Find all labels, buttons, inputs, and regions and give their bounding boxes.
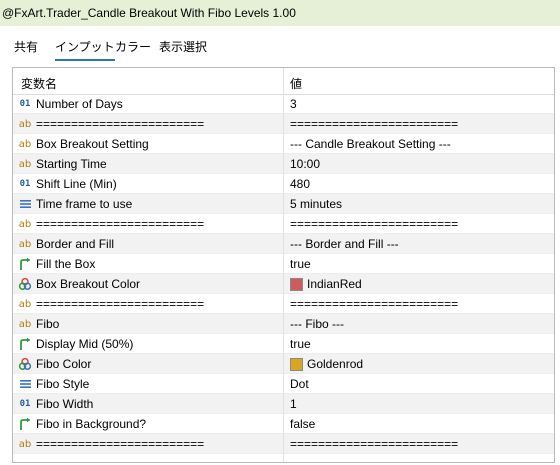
parameter-name: Display Mid (50%) <box>36 337 134 351</box>
parameter-value-text: --- Fibo --- <box>290 317 344 331</box>
parameter-value-text: Dot <box>290 377 309 391</box>
parameter-name: ======================== <box>36 117 205 131</box>
bool-icon <box>18 257 32 271</box>
parameter-name: Fibo in Background? <box>36 417 147 431</box>
parameter-value[interactable]: --- Candle Breakout Setting --- <box>290 137 451 151</box>
enum-icon <box>18 377 32 391</box>
inputs-grid: 変数名 値 01 Number of Days 3 ab ===============… <box>12 67 555 463</box>
parameter-name: Fibo Color <box>36 357 92 371</box>
parameter-value-text: ======================== <box>290 437 459 451</box>
parameter-value-text: ======================== <box>290 117 459 131</box>
tab-inputs[interactable]: インプット <box>55 38 115 61</box>
parameter-value-text: 3 <box>290 97 297 111</box>
int-icon: 01 <box>19 99 31 109</box>
parameter-value-text: false <box>290 417 316 431</box>
parameter-name: ======================== <box>36 437 205 451</box>
parameter-name: Box Breakout Setting <box>36 137 149 151</box>
parameter-value[interactable]: ======================== <box>290 217 458 231</box>
string-icon: ab <box>18 238 32 250</box>
parameter-value-text: 480 <box>290 177 311 191</box>
parameter-name: ======================== <box>36 297 205 311</box>
parameter-value-text: 10:00 <box>290 157 321 171</box>
parameter-name: Box Breakout Color <box>36 277 141 291</box>
parameter-value-text: 5 minutes <box>290 197 343 211</box>
parameter-value[interactable]: Dot <box>290 377 309 391</box>
tab-visualization[interactable]: 表示選択 <box>159 38 207 59</box>
tab-bar: 共有 インプット カラー 表示選択 <box>0 26 560 61</box>
color-icon <box>18 357 32 371</box>
parameter-name: Time frame to use <box>36 197 133 211</box>
parameter-value[interactable]: true <box>290 257 311 271</box>
string-icon: ab <box>18 218 32 230</box>
title-bar: @FxArt.Trader_Candle Breakout With Fibo … <box>0 0 560 26</box>
string-icon: ab <box>18 118 32 130</box>
column-header-value[interactable]: 値 <box>290 75 302 92</box>
parameter-value[interactable]: --- Fibo --- <box>290 317 344 331</box>
parameter-name: Number of Days <box>36 97 123 111</box>
parameter-name: Border and Fill <box>36 237 115 251</box>
parameter-value[interactable]: ======================== <box>290 437 458 451</box>
parameter-value[interactable]: 480 <box>290 177 310 191</box>
window-title: @FxArt.Trader_Candle Breakout With Fibo … <box>2 6 296 20</box>
color-icon <box>18 277 32 291</box>
parameter-value-text: true <box>290 257 311 271</box>
tab-common[interactable]: 共有 <box>14 38 38 59</box>
int-icon: 01 <box>19 179 31 189</box>
parameter-value[interactable]: IndianRed <box>290 277 362 291</box>
parameter-value-text: 1 <box>290 397 297 411</box>
parameter-value[interactable]: true <box>290 337 311 351</box>
parameter-name: Fibo Width <box>36 397 94 411</box>
parameter-name: Fibo Style <box>36 377 90 391</box>
parameter-name: Shift Line (Min) <box>36 177 117 191</box>
color-swatch <box>290 277 303 291</box>
parameter-value-text: --- Candle Breakout Setting --- <box>290 137 451 151</box>
parameter-value[interactable]: 5 minutes <box>290 197 342 211</box>
parameter-name: ======================== <box>36 217 205 231</box>
string-icon: ab <box>18 158 32 170</box>
parameter-name: Fill the Box <box>36 257 96 271</box>
parameter-value-text: ======================== <box>290 297 459 311</box>
parameter-value-text: --- Border and Fill --- <box>290 237 399 251</box>
string-icon: ab <box>18 318 32 330</box>
string-icon: ab <box>18 438 32 450</box>
string-icon: ab <box>18 138 32 150</box>
parameter-name: Fibo <box>36 317 60 331</box>
parameter-name: Starting Time <box>36 157 107 171</box>
parameter-value[interactable]: false <box>290 417 315 431</box>
parameter-value[interactable]: Goldenrod <box>290 357 363 371</box>
color-swatch <box>290 357 303 371</box>
parameter-value[interactable]: ======================== <box>290 117 458 131</box>
column-header-variable[interactable]: 変数名 <box>21 75 57 92</box>
parameter-value-text: true <box>290 337 311 351</box>
parameter-value-text: ======================== <box>290 217 459 231</box>
column-divider[interactable] <box>283 68 284 462</box>
parameter-value-text: Goldenrod <box>307 357 364 371</box>
parameter-value[interactable]: ======================== <box>290 297 458 311</box>
parameter-value[interactable]: 3 <box>290 97 297 111</box>
bool-icon <box>18 337 32 351</box>
string-icon: ab <box>18 298 32 310</box>
tab-colors[interactable]: カラー <box>115 38 151 59</box>
enum-icon <box>18 197 32 211</box>
bool-icon <box>18 417 32 431</box>
parameter-value-text: IndianRed <box>307 277 362 291</box>
int-icon: 01 <box>19 399 31 409</box>
parameter-value[interactable]: 10:00 <box>290 157 320 171</box>
parameter-value[interactable]: --- Border and Fill --- <box>290 237 399 251</box>
parameter-value[interactable]: 1 <box>290 397 297 411</box>
